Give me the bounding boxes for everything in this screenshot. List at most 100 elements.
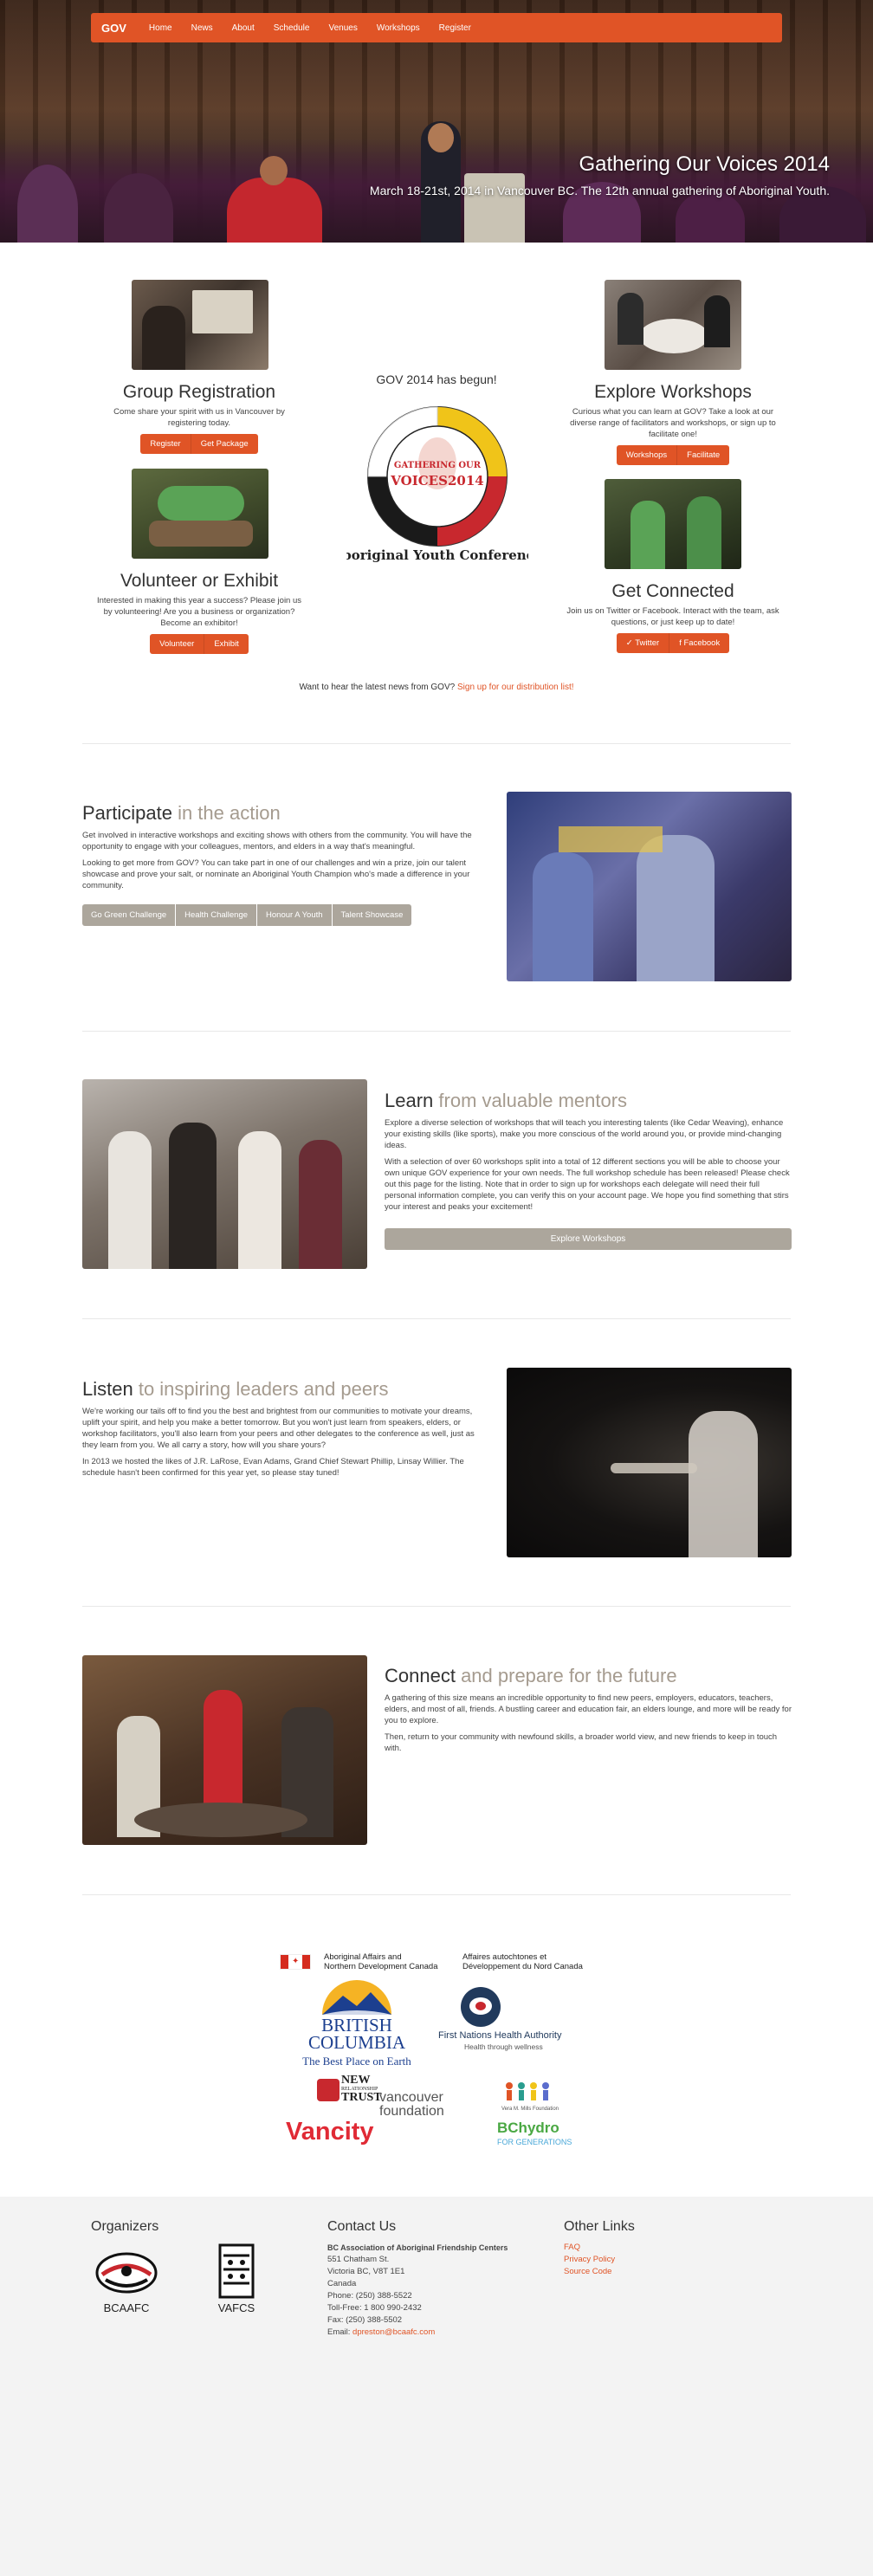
- nrt-logo-icon: [317, 2079, 340, 2101]
- contact-address-line-2: Victoria BC, V8T 1E1: [327, 2267, 405, 2276]
- canada-flag-icon: ✦: [280, 1954, 311, 1970]
- volunteer-button[interactable]: Volunteer: [150, 634, 205, 654]
- nav-about[interactable]: About: [232, 23, 255, 33]
- fnha-logo-icon: [461, 1987, 501, 2027]
- hero-title: Gathering Our Voices 2014: [579, 152, 830, 176]
- workshops-button[interactable]: Workshops: [616, 445, 678, 465]
- nav-venues[interactable]: Venues: [328, 23, 357, 33]
- participate-paragraph-2: Looking to get more from GOV? You can ta…: [82, 858, 470, 890]
- get-connected-title: Get Connected: [611, 581, 734, 601]
- volunteer-block: Volunteer or Exhibit Interested in makin…: [87, 571, 312, 654]
- get-package-button[interactable]: Get Package: [191, 434, 258, 454]
- aandc-english: Aboriginal Affairs and Northern Developm…: [324, 1952, 438, 1971]
- volunteer-photo: [132, 469, 268, 559]
- get-connected-text: Join us on Twitter or Facebook. Interact…: [566, 606, 779, 627]
- connect-text: A gathering of this size means an incred…: [385, 1693, 792, 1759]
- sponsors-section: ✦ Aboriginal Affairs and Northern Develo…: [0, 1949, 873, 2165]
- bc-sun-logo-icon: [319, 1980, 395, 2015]
- organizers-heading: Organizers: [91, 2219, 159, 2234]
- bchydro-tagline: FOR GENERATIONS: [497, 2138, 572, 2146]
- listen-paragraph-1: We're working our tails off to find you …: [82, 1407, 475, 1450]
- volunteer-title: Volunteer or Exhibit: [120, 571, 279, 591]
- hero-person-red: [227, 178, 322, 243]
- listen-paragraph-2: In 2013 we hosted the likes of J.R. LaRo…: [82, 1457, 464, 1478]
- facebook-button[interactable]: f Facebook: [669, 633, 730, 653]
- logo-top-text: GATHERING OUR: [394, 461, 482, 470]
- group-registration-title: Group Registration: [122, 382, 276, 402]
- newsletter-signup-link[interactable]: Sign up for our distribution list!: [457, 683, 574, 692]
- explore-workshops-button[interactable]: Explore Workshops: [385, 1228, 792, 1250]
- contact-organization: BC Association of Aboriginal Friendship …: [327, 2243, 508, 2252]
- challenge-buttons: Go Green Challenge Health Challenge Hono…: [82, 904, 412, 926]
- vancity-logo: Vancity: [286, 2118, 374, 2146]
- explore-workshops-photo: [605, 280, 741, 370]
- hero-subtitle: March 18-21st, 2014 in Vancouver BC. The…: [369, 184, 830, 197]
- group-registration-text: Come share your spirit with us in Vancou…: [113, 407, 285, 428]
- nrt-logo-text: NEW RELATIONSHIP TRUST: [341, 2074, 382, 2104]
- twitter-button[interactable]: ✓ Twitter: [616, 633, 670, 653]
- listen-title: Listen to inspiring leaders and peers: [82, 1378, 389, 1400]
- connect-paragraph-2: Then, return to your community with newf…: [385, 1732, 778, 1753]
- exhibit-button[interactable]: Exhibit: [204, 634, 249, 654]
- listen-text: We're working our tails off to find you …: [82, 1406, 489, 1484]
- vafcs-logo-icon: [215, 2243, 258, 2299]
- contact-email-link[interactable]: dpreston@bcaafc.com: [352, 2327, 435, 2337]
- connect-title: Connect and prepare for the future: [385, 1665, 677, 1686]
- learn-paragraph-2: With a selection of over 60 workshops sp…: [385, 1157, 790, 1212]
- vera-mills-logo-icon: [502, 2079, 554, 2105]
- nav-home[interactable]: Home: [149, 23, 172, 33]
- divider: [82, 1606, 791, 1607]
- privacy-policy-link[interactable]: Privacy Policy: [564, 2254, 694, 2266]
- explore-workshops-buttons: Workshops Facilitate: [616, 445, 730, 465]
- contact-details: BC Association of Aboriginal Friendship …: [327, 2242, 544, 2339]
- logo-main-text: VOICES2014: [390, 473, 483, 489]
- group-registration-block: Group Registration Come share your spiri…: [87, 382, 312, 454]
- footer: Organizers BCAAFC VAFCS Contact Us BC As…: [0, 2197, 873, 2576]
- twitter-icon: ✓: [625, 638, 636, 648]
- divider: [82, 1894, 791, 1895]
- health-challenge-button[interactable]: Health Challenge: [176, 904, 258, 926]
- hero-person: [104, 173, 173, 243]
- participate-photo: [507, 792, 792, 981]
- contact-fax: Fax: (250) 388-5502: [327, 2315, 403, 2325]
- register-button[interactable]: Register: [140, 434, 191, 454]
- nav-register[interactable]: Register: [439, 23, 471, 33]
- nav-news[interactable]: News: [191, 23, 213, 33]
- participate-title: Participate in the action: [82, 802, 281, 824]
- hero-person: [17, 165, 78, 243]
- participate-paragraph-1: Get involved in interactive workshops an…: [82, 831, 472, 851]
- go-green-challenge-button[interactable]: Go Green Challenge: [82, 904, 177, 926]
- faq-link[interactable]: FAQ: [564, 2242, 694, 2254]
- learn-title: Learn from valuable mentors: [385, 1090, 628, 1111]
- main-navbar: GOV Home News About Schedule Venues Work…: [91, 13, 782, 42]
- bc-logo-text: BRITISH COLUMBIA: [307, 2015, 405, 2053]
- nav-brand[interactable]: GOV: [101, 22, 126, 35]
- contact-email-line: Email: dpreston@bcaafc.com: [327, 2327, 436, 2337]
- explore-workshops-title: Explore Workshops: [594, 382, 752, 402]
- hero-person-head: [260, 156, 288, 185]
- source-code-link[interactable]: Source Code: [564, 2266, 694, 2278]
- fnha-tagline: Health through wellness: [464, 2042, 543, 2051]
- contact-phone: Phone: (250) 388-5522: [327, 2291, 412, 2301]
- other-links-heading: Other Links: [564, 2219, 635, 2234]
- volunteer-text: Interested in making this year a success…: [96, 596, 302, 628]
- divider: [82, 1031, 791, 1032]
- divider: [82, 1318, 791, 1319]
- aandc-french: Affaires autochtones et Développement du…: [462, 1952, 583, 1971]
- get-connected-block: Get Connected Join us on Twitter or Face…: [554, 581, 792, 653]
- learn-text: Explore a diverse selection of workshops…: [385, 1117, 792, 1218]
- other-links-list: FAQ Privacy Policy Source Code: [564, 2242, 694, 2278]
- logo-ring-text: Aboriginal Youth Conference: [346, 547, 528, 563]
- connect-photo: [82, 1655, 367, 1845]
- listen-photo: [507, 1368, 792, 1557]
- explore-workshops-block: Explore Workshops Curious what you can l…: [554, 382, 792, 465]
- facilitate-button[interactable]: Facilitate: [677, 445, 730, 465]
- talent-showcase-button[interactable]: Talent Showcase: [332, 904, 412, 926]
- contact-address-line-3: Canada: [327, 2279, 357, 2288]
- vancouver-foundation-logo: vancouver foundation: [379, 2090, 444, 2119]
- newsletter-text: Want to hear the latest news from GOV?: [299, 683, 457, 692]
- nav-schedule[interactable]: Schedule: [274, 23, 310, 33]
- honour-a-youth-button[interactable]: Honour A Youth: [257, 904, 333, 926]
- nav-workshops[interactable]: Workshops: [377, 23, 420, 33]
- group-registration-photo: [132, 280, 268, 370]
